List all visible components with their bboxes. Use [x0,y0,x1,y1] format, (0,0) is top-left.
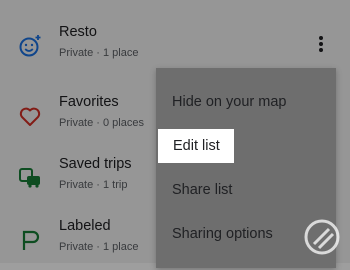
menu-item-sharing-options[interactable]: Sharing options [172,226,273,242]
watermark-logo [304,219,340,255]
menu-item-hide-on-map[interactable]: Hide on your map [172,94,286,110]
menu-item-edit-list[interactable]: Edit list [158,129,234,163]
menu-item-share-list[interactable]: Share list [172,182,232,198]
